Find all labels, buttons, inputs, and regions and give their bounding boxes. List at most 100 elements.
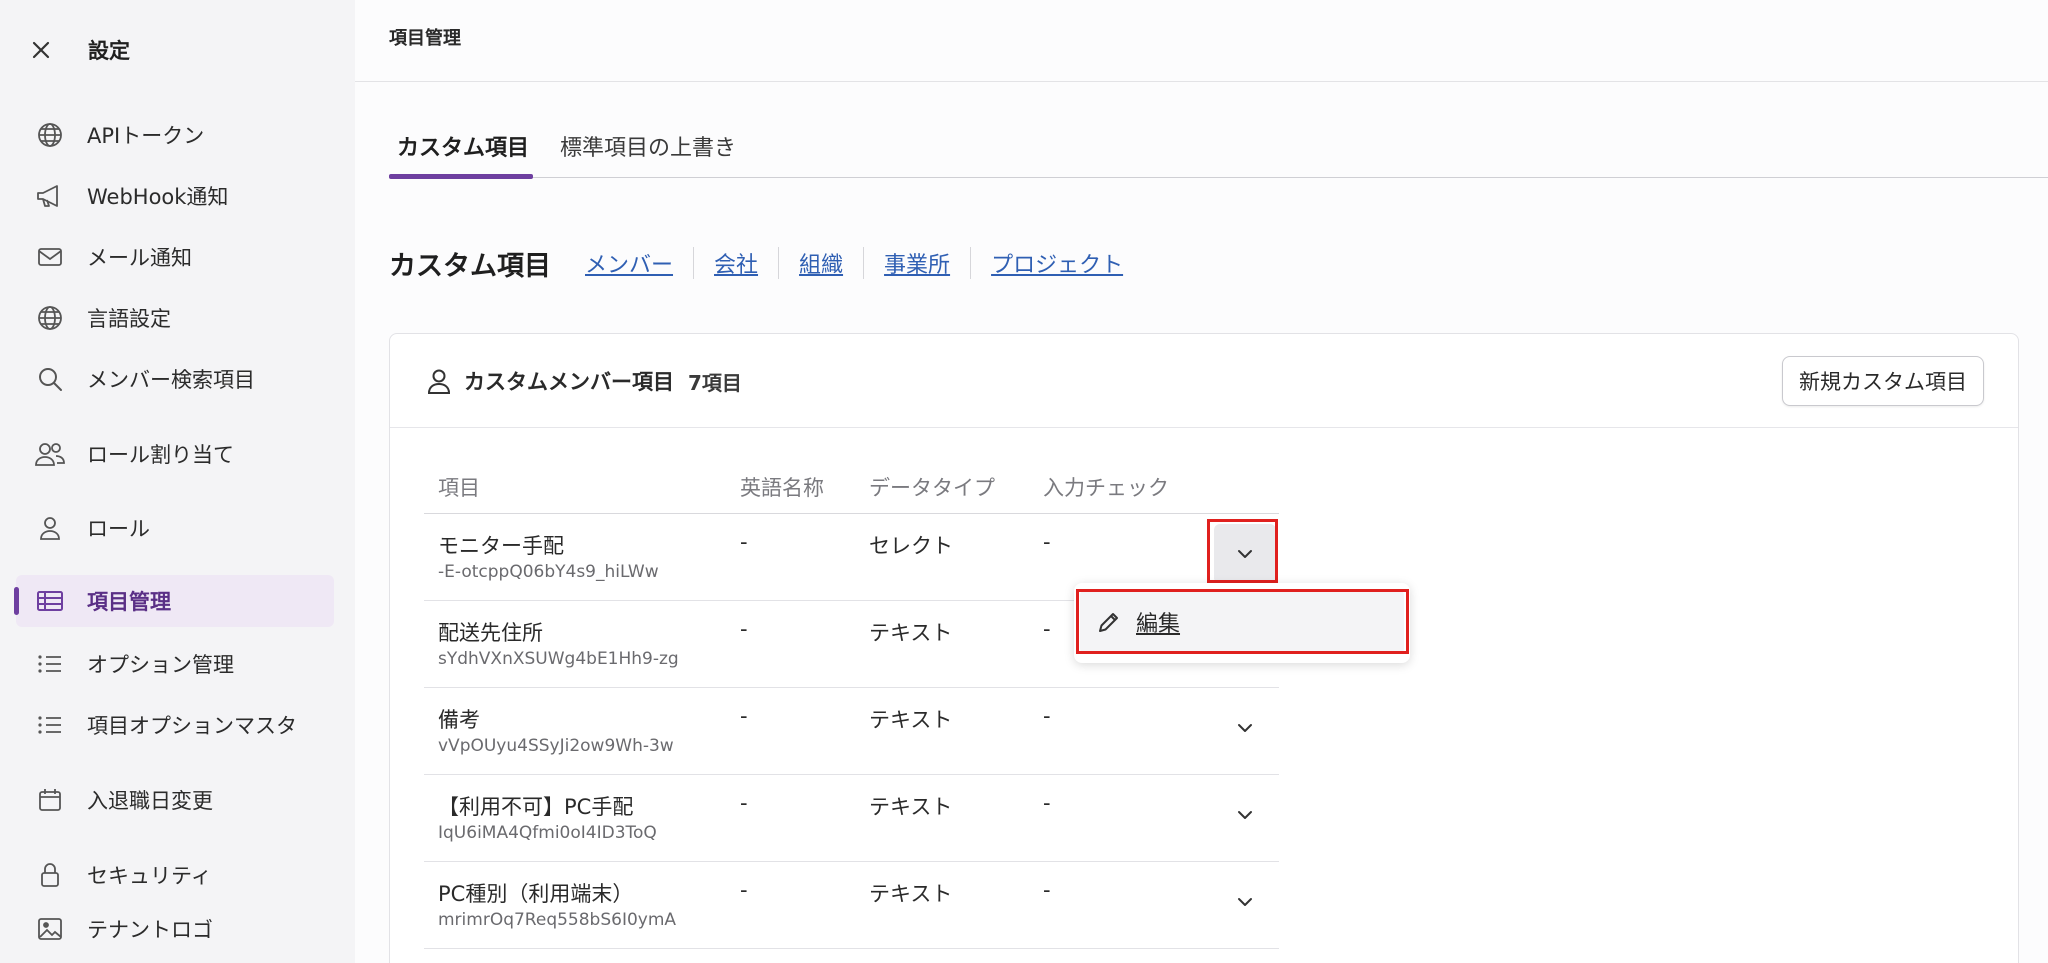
input-check: - <box>1043 878 1051 902</box>
chevron-down-icon <box>1238 898 1252 906</box>
sidebar-item-role[interactable]: ロール <box>16 502 334 554</box>
sidebar-item-label: 入退職日変更 <box>87 789 213 813</box>
mail-icon <box>34 241 66 273</box>
globe-icon <box>34 302 66 334</box>
table-row: PC種別（利用端末） mrimrOq7Req558bS6I0ymA - テキスト… <box>424 862 1279 949</box>
input-check: - <box>1043 791 1051 815</box>
english-name: - <box>740 791 748 815</box>
link-organization[interactable]: 組織 <box>778 247 863 279</box>
tab-standard-override[interactable]: 標準項目の上書き <box>560 130 736 178</box>
globe-icon <box>34 119 66 151</box>
page-title: 項目管理 <box>389 28 461 49</box>
column-header-data-type: データタイプ <box>869 476 995 500</box>
row-menu-button[interactable] <box>1214 524 1276 584</box>
sidebar-item-webhook[interactable]: WebHook通知 <box>16 170 334 222</box>
field-name: PC種別（利用端末） <box>438 882 634 906</box>
sidebar-item-tenant-logo[interactable]: テナントロゴ <box>16 903 334 955</box>
top-bar: 項目管理 <box>355 0 2048 82</box>
pencil-icon <box>1099 613 1118 632</box>
sidebar-item-option-master[interactable]: 項目オプションマスタ <box>16 699 334 751</box>
list-icon <box>34 709 66 741</box>
sidebar: 設定 APIトークン WebHook通知 メール通知 言語設定 メンバー検索項目… <box>0 0 355 963</box>
sidebar-item-member-search[interactable]: メンバー検索項目 <box>16 353 334 405</box>
english-name: - <box>740 530 748 554</box>
sidebar-item-label: メンバー検索項目 <box>87 368 255 392</box>
row-menu-button[interactable] <box>1214 785 1276 845</box>
tab-label: 標準項目の上書き <box>560 136 737 161</box>
field-id: vVpOUyu4SSyJi2ow9Wh-3w <box>438 736 674 756</box>
row-menu-button[interactable] <box>1214 872 1276 932</box>
calendar-icon <box>34 784 66 816</box>
field-name: 備考 <box>438 708 480 732</box>
table-header-row: 項目 英語名称 データタイプ 入力チェック <box>424 454 1279 514</box>
sidebar-item-label: 項目オプションマスタ <box>87 714 297 738</box>
english-name: - <box>740 704 748 728</box>
link-office[interactable]: 事業所 <box>863 247 970 279</box>
sidebar-title: 設定 <box>88 39 130 63</box>
sidebar-item-role-assignment[interactable]: ロール割り当て <box>16 428 334 480</box>
fields-table: 項目 英語名称 データタイプ 入力チェック モニター手配 -E-otcppQ06… <box>424 454 1279 949</box>
edit-menu-item[interactable]: 編集 <box>1080 591 1404 653</box>
section-header: カスタム項目 メンバー 会社 組織 事業所 プロジェクト <box>389 240 1143 286</box>
card-title-group: カスタムメンバー項目 7項目 <box>426 366 742 396</box>
close-button[interactable] <box>28 37 54 63</box>
table-row: 【利用不可】PC手配 IqU6iMA4Qfmi0oI4ID3ToQ - テキスト… <box>424 775 1279 862</box>
list-icon <box>34 648 66 680</box>
edit-menu-label: 編集 <box>1136 612 1181 637</box>
sidebar-item-label: メール通知 <box>87 246 192 270</box>
sidebar-item-api-token[interactable]: APIトークン <box>16 109 334 161</box>
sidebar-item-field-management[interactable]: 項目管理 <box>14 575 334 627</box>
english-name: - <box>740 617 748 641</box>
user-icon <box>34 512 66 544</box>
tab-bar: カスタム項目 標準項目の上書き <box>389 110 2048 179</box>
new-custom-field-button[interactable]: 新規カスタム項目 <box>1782 356 1984 406</box>
sidebar-item-label: 項目管理 <box>87 590 171 614</box>
field-name: 【利用不可】PC手配 <box>438 795 634 819</box>
sidebar-item-label: APIトークン <box>87 124 205 148</box>
sidebar-item-label: WebHook通知 <box>87 185 229 209</box>
english-name: - <box>740 878 748 902</box>
field-id: -E-otcppQ06bY4s9_hiLWw <box>438 562 659 582</box>
table-icon <box>34 585 66 617</box>
link-project[interactable]: プロジェクト <box>970 247 1143 279</box>
chevron-down-icon <box>1238 811 1252 819</box>
chevron-down-icon <box>1238 550 1252 558</box>
field-name: モニター手配 <box>438 534 564 558</box>
row-action-menu: 編集 <box>1074 583 1410 663</box>
field-id: sYdhVXnXSUWg4bE1Hh9-zg <box>438 649 679 669</box>
input-check: - <box>1043 617 1051 641</box>
chevron-down-icon <box>1238 724 1252 732</box>
data-type: テキスト <box>869 708 953 732</box>
input-check: - <box>1043 530 1051 554</box>
field-id: mrimrOq7Req558bS6I0ymA <box>438 910 677 930</box>
section-title: カスタム項目 <box>389 250 551 282</box>
row-menu-button[interactable] <box>1214 698 1276 758</box>
sidebar-header: 設定 <box>28 30 130 70</box>
data-type: テキスト <box>869 621 953 645</box>
input-check: - <box>1043 704 1051 728</box>
user-icon <box>427 369 451 394</box>
column-header-input-check: 入力チェック <box>1043 476 1169 500</box>
close-icon <box>32 41 50 59</box>
link-member[interactable]: メンバー <box>585 247 693 279</box>
field-name: 配送先住所 <box>438 621 543 645</box>
column-header-english-name: 英語名称 <box>740 476 824 500</box>
sidebar-item-language[interactable]: 言語設定 <box>16 292 334 344</box>
table-row: 備考 vVpOUyu4SSyJi2ow9Wh-3w - テキスト - <box>424 688 1279 775</box>
sidebar-item-option-management[interactable]: オプション管理 <box>16 638 334 690</box>
sidebar-item-security[interactable]: セキュリティ <box>16 849 334 901</box>
data-type: セレクト <box>869 534 953 558</box>
tab-custom-fields[interactable]: カスタム項目 <box>397 130 529 178</box>
sidebar-item-label: セキュリティ <box>87 864 212 888</box>
sidebar-item-join-leave-date[interactable]: 入退職日変更 <box>16 774 334 826</box>
sidebar-item-label: テナントロゴ <box>87 918 213 942</box>
field-id: IqU6iMA4Qfmi0oI4ID3ToQ <box>438 823 657 843</box>
card-title: カスタムメンバー項目 <box>464 370 674 394</box>
lock-icon <box>34 859 66 891</box>
column-header-field: 項目 <box>438 476 480 500</box>
link-company[interactable]: 会社 <box>693 247 778 279</box>
sidebar-item-mail[interactable]: メール通知 <box>16 231 334 283</box>
users-icon <box>34 438 66 470</box>
search-icon <box>34 363 66 395</box>
sidebar-item-label: 言語設定 <box>87 307 171 331</box>
